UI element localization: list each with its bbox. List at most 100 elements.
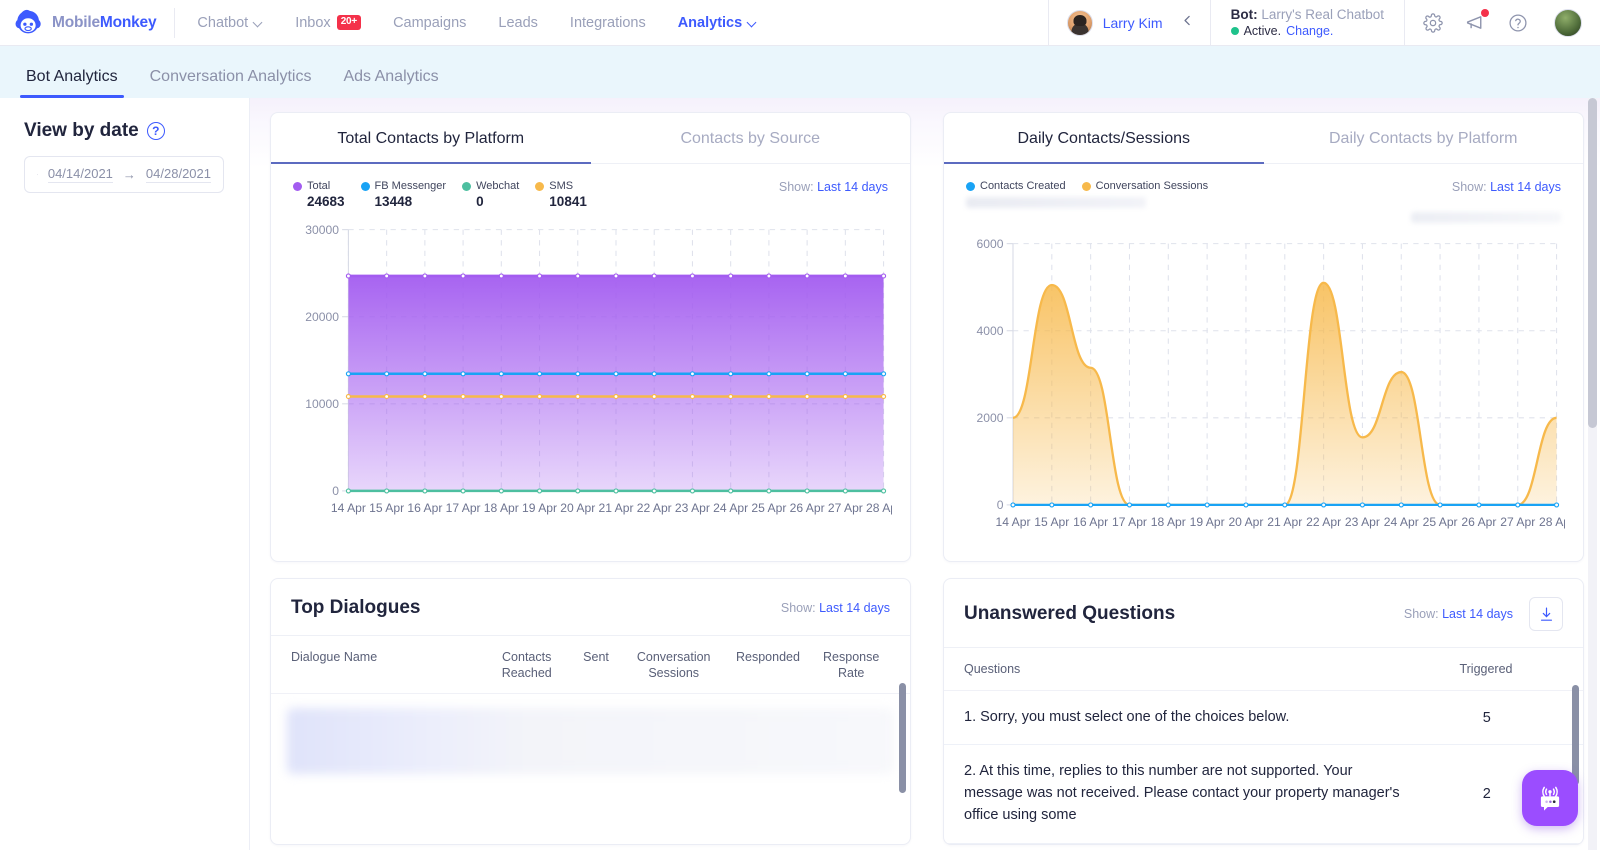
tab-ads-analytics[interactable]: Ads Analytics (327, 68, 454, 98)
legend-label-fb-messenger: FB Messenger (374, 180, 447, 192)
daily-legend: Contacts Created Conversation Sessions (966, 180, 1411, 192)
contacts-show-filter[interactable]: Show: Last 14 days (779, 180, 888, 194)
profile-avatar[interactable] (1554, 8, 1582, 37)
dialogues-show-filter[interactable]: Show: Last 14 days (781, 601, 890, 615)
svg-text:27 Apr: 27 Apr (828, 501, 863, 515)
bot-change-link[interactable]: Change. (1286, 24, 1333, 38)
column-questions: Questions (964, 662, 1021, 677)
legend-item-fb-messenger: FB Messenger 13448 (360, 180, 447, 209)
column-triggered: Triggered (1459, 662, 1513, 677)
questions-show-filter[interactable]: Show: Last 14 days (1404, 607, 1513, 621)
questions-show-value[interactable]: Last 14 days (1442, 607, 1513, 621)
tab-total-contacts-by-platform[interactable]: Total Contacts by Platform (271, 113, 591, 164)
nav-item-leads-label: Leads (498, 14, 538, 31)
nav-item-analytics[interactable]: Analytics (662, 9, 773, 37)
svg-text:28 Apr: 28 Apr (866, 501, 892, 515)
nav-item-inbox[interactable]: Inbox 20+ (279, 9, 377, 37)
contacts-chart-area: 0 10000 20000 30000 14 Apr 15 Apr 16 Apr 17 Apr… (271, 213, 910, 547)
page-content: View by date ? 04/14/2021 → 04/28/2021 T… (0, 98, 1600, 850)
contacts-legend-row: Total 24683 FB Messenger 13448 Webchat 0… (271, 164, 910, 213)
legend-label-webchat: Webchat (476, 180, 520, 192)
page-scrollbar-track[interactable] (1588, 98, 1597, 850)
svg-text:20 Apr: 20 Apr (560, 501, 595, 515)
legend-dot-webchat (462, 181, 472, 191)
analytics-subtabs: Bot Analytics Conversation Analytics Ads… (0, 46, 1600, 98)
megaphone-icon[interactable] (1465, 9, 1489, 33)
filters-sidebar: View by date ? 04/14/2021 → 04/28/2021 (0, 98, 250, 850)
status-dot-icon (1230, 27, 1239, 35)
svg-text:19 Apr: 19 Apr (522, 501, 557, 515)
brand-logo-link[interactable]: MobileMonkey (0, 9, 174, 37)
user-name-label: Larry Kim (1102, 14, 1163, 31)
unanswered-questions-title: Unanswered Questions (964, 603, 1176, 625)
svg-text:14 Apr: 14 Apr (995, 515, 1030, 529)
daily-legend-values-redacted (966, 197, 1146, 208)
svg-text:28 Apr: 28 Apr (1539, 515, 1565, 529)
table-row[interactable]: 1. Sorry, you must select one of the cho… (944, 691, 1583, 746)
date-range-arrow: → (122, 167, 136, 182)
contacts-show-value[interactable]: Last 14 days (817, 180, 888, 194)
date-end-input[interactable]: 04/28/2021 (145, 166, 211, 183)
tab-daily-contacts-sessions[interactable]: Daily Contacts/Sessions (944, 113, 1264, 164)
inbox-count-badge: 20+ (336, 15, 362, 30)
svg-text:0: 0 (997, 498, 1004, 512)
chevron-down-icon (254, 18, 263, 27)
column-sent: Sent (583, 650, 609, 665)
current-user-chip[interactable]: Larry Kim (1047, 0, 1210, 45)
svg-text:17 Apr: 17 Apr (1112, 515, 1147, 529)
tab-bot-analytics[interactable]: Bot Analytics (10, 68, 134, 98)
nav-item-integrations[interactable]: Integrations (554, 9, 662, 37)
page-scrollbar-thumb[interactable] (1588, 98, 1597, 428)
table-row[interactable]: 2. At this time, replies to this number … (944, 745, 1583, 844)
svg-text:18 Apr: 18 Apr (484, 501, 519, 515)
column-conversation-sessions: Conversation Sessions (636, 650, 711, 680)
tab-bot-analytics-label: Bot Analytics (26, 68, 118, 85)
bot-name-line: Bot: Larry's Real Chatbot (1231, 7, 1384, 22)
svg-text:20 Apr: 20 Apr (1228, 515, 1263, 529)
brand-name-part1: Mobile (52, 13, 100, 31)
tab-contacts-by-source[interactable]: Contacts by Source (591, 113, 911, 163)
help-circle-icon[interactable] (1508, 13, 1528, 33)
legend-dot-fb-messenger (360, 181, 370, 191)
questions-show-prefix: Show: (1403, 607, 1439, 622)
date-start-input[interactable]: 04/14/2021 (47, 166, 113, 183)
view-by-date-heading: View by date ? (24, 120, 249, 142)
tab-conversation-analytics[interactable]: Conversation Analytics (134, 68, 328, 98)
questions-scrollbar[interactable] (1572, 685, 1579, 786)
dialogues-show-value[interactable]: Last 14 days (819, 601, 890, 615)
daily-show-prefix: Show: (1451, 180, 1487, 194)
daily-show-value[interactable]: Last 14 days (1490, 180, 1561, 194)
dialogues-scrollbar[interactable] (899, 683, 906, 794)
legend-value-sms: 10841 (549, 194, 587, 209)
nav-item-chatbot-label: Chatbot (197, 14, 249, 31)
chat-widget-button[interactable] (1522, 770, 1578, 826)
bot-name-label: Larry's Real Chatbot (1261, 7, 1384, 22)
question-mark-icon[interactable]: ? (146, 122, 165, 140)
svg-text:26 Apr: 26 Apr (1461, 515, 1496, 529)
top-navigation-bar: MobileMonkey Chatbot Inbox 20+ Campaigns… (0, 0, 1600, 46)
nav-item-chatbot[interactable]: Chatbot (181, 9, 279, 37)
dialogues-show-prefix: Show: (780, 601, 816, 616)
chevron-left-icon[interactable] (1173, 14, 1194, 31)
nav-item-campaigns[interactable]: Campaigns (377, 9, 482, 37)
daily-card-tabs: Daily Contacts/Sessions Daily Contacts b… (944, 113, 1583, 164)
column-responded: Responded (736, 650, 800, 665)
question-triggered-count: 5 (1482, 709, 1491, 726)
download-icon (1540, 607, 1552, 621)
nav-item-integrations-label: Integrations (569, 14, 646, 31)
gear-icon[interactable] (1423, 12, 1443, 33)
nav-item-leads[interactable]: Leads (482, 9, 554, 37)
tab-daily-contacts-by-platform[interactable]: Daily Contacts by Platform (1264, 113, 1584, 163)
download-button[interactable] (1529, 597, 1563, 632)
date-range-picker[interactable]: 04/14/2021 → 04/28/2021 (24, 156, 224, 193)
svg-text:22 Apr: 22 Apr (1306, 515, 1341, 529)
contacts-legend: Total 24683 FB Messenger 13448 Webchat 0… (293, 180, 587, 209)
daily-show-filter[interactable]: Show: Last 14 days (1411, 180, 1561, 194)
svg-text:21 Apr: 21 Apr (1267, 515, 1302, 529)
legend-label-sms: SMS (549, 180, 574, 192)
nav-right-group: Larry Kim Bot: Larry's Real Chatbot Acti… (1047, 0, 1600, 45)
legend-value-webchat: 0 (476, 194, 484, 209)
table-row[interactable] (287, 708, 894, 775)
tab-daily-contacts-by-platform-label: Daily Contacts by Platform (1328, 130, 1518, 147)
nav-item-analytics-label: Analytics (677, 14, 743, 31)
